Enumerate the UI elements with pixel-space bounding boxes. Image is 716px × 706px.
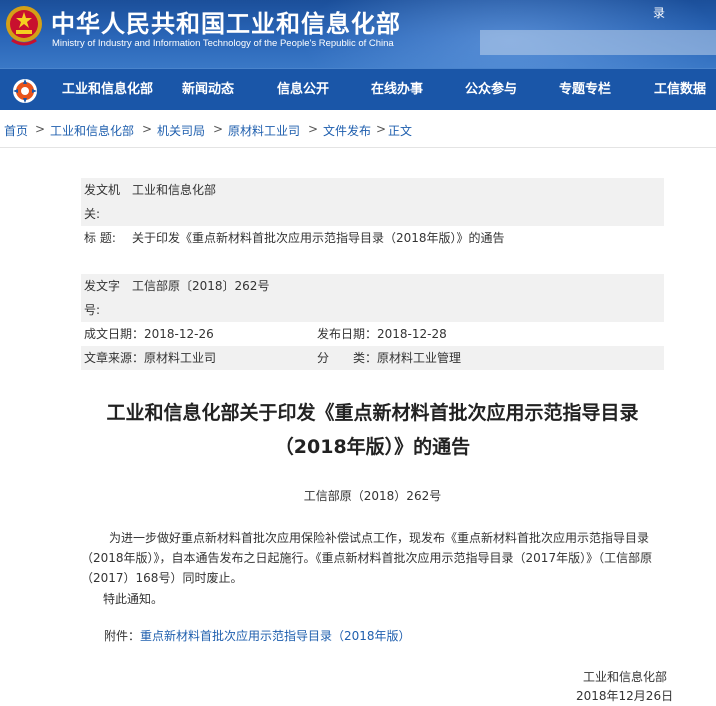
meta-row-dates: 成文日期： 2018-12-26 发布日期： 2018-12-28: [81, 322, 664, 346]
meta-created-label: 成文日期：: [84, 327, 145, 341]
meta-category-value: 原材料工业管理: [377, 351, 462, 365]
attachment-label: 附件：: [104, 629, 141, 643]
article-body: 为进一步做好重点新材料首批次应用保险补偿试点工作，现发布《重点新材料首批次应用示…: [81, 531, 653, 585]
breadcrumb-departments[interactable]: 机关司局: [157, 122, 205, 139]
breadcrumb-current: 正文: [388, 124, 413, 138]
nav-item-data[interactable]: 工信数据: [654, 69, 706, 111]
site-title[interactable]: 中华人民共和国工业和信息化部: [51, 4, 401, 39]
meta-issuer-label: 发文机关:: [84, 183, 121, 221]
breadcrumb-separator: >: [213, 122, 224, 136]
article-notice: 特此通知。: [103, 592, 164, 606]
breadcrumb-raw-materials[interactable]: 原材料工业司: [228, 122, 300, 139]
breadcrumb-miit[interactable]: 工业和信息化部: [50, 122, 134, 139]
meta-published-label: 发布日期：: [317, 327, 378, 341]
breadcrumb-home[interactable]: 首页: [4, 122, 28, 139]
meta-docno-value: 工信部原〔2018〕262号: [132, 279, 270, 293]
miit-logo-icon[interactable]: [12, 78, 38, 104]
article-title-line1: 工业和信息化部关于印发《重点新材料首批次应用示范指导目录: [106, 402, 639, 424]
meta-row-source: 文章来源： 原材料工业司 分 类： 原材料工业管理: [81, 346, 664, 370]
meta-row-docno: 发文字号: 工信部原〔2018〕262号: [81, 274, 664, 322]
breadcrumb-separator: >: [308, 122, 319, 136]
meta-issuer-value: 工业和信息化部: [132, 183, 217, 197]
signature-org: 工业和信息化部: [583, 670, 668, 684]
search-input[interactable]: [480, 30, 716, 55]
meta-source-label: 文章来源：: [84, 351, 145, 365]
meta-title-label: 标 题:: [84, 231, 116, 245]
attachment: 附件：重点新材料首批次应用示范指导目录（2018年版）: [104, 627, 411, 644]
article-doc-number: 工信部原（2018）262号: [303, 489, 442, 503]
nav-item-special-topics[interactable]: 专题专栏: [559, 69, 611, 111]
breadcrumb-documents[interactable]: 文件发布: [323, 122, 371, 139]
document-meta-table: 发文机关: 工业和信息化部 标 题: 关于印发《重点新材料首批次应用示范指导目录…: [81, 178, 664, 370]
site-header: 中华人民共和国工业和信息化部 Ministry of Industry and …: [0, 0, 716, 68]
site-subtitle: Ministry of Industry and Information Tec…: [52, 38, 394, 49]
nav-item-info-disclosure[interactable]: 信息公开: [277, 69, 329, 111]
nav-item-news[interactable]: 新闻动态: [182, 69, 234, 111]
nav-item-miit[interactable]: 工业和信息化部: [62, 69, 153, 111]
breadcrumb-separator: >: [142, 122, 153, 136]
breadcrumb-separator: >: [35, 122, 46, 136]
signature-date: 2018年12月26日: [576, 689, 674, 703]
article-title: 工业和信息化部关于印发《重点新材料首批次应用示范指导目录 （2018年版）》的通…: [81, 396, 664, 464]
nav-item-public-participation[interactable]: 公众参与: [465, 69, 517, 111]
meta-source-value: 原材料工业司: [144, 351, 217, 365]
meta-docno-label: 发文字号:: [84, 279, 121, 317]
breadcrumb: 首页 > 工业和信息化部 > 机关司局 > 原材料工业司 > 文件发布 > 正文: [0, 110, 716, 148]
attachment-link[interactable]: 重点新材料首批次应用示范指导目录（2018年版）: [140, 629, 411, 643]
meta-row-issuer: 发文机关: 工业和信息化部: [81, 178, 664, 226]
meta-published-value: 2018-12-28: [377, 327, 447, 341]
meta-title-value: 关于印发《重点新材料首批次应用示范指导目录（2018年版）》的通告: [132, 231, 505, 245]
national-emblem-icon: [6, 6, 42, 46]
meta-category-label: 分 类：: [317, 351, 378, 365]
login-link[interactable]: 录: [653, 4, 665, 21]
meta-created-value: 2018-12-26: [144, 327, 214, 341]
main-nav: 工业和信息化部 新闻动态 信息公开 在线办事 公众参与 专题专栏 工信数据: [0, 68, 716, 110]
nav-item-online-service[interactable]: 在线办事: [371, 69, 423, 111]
breadcrumb-separator: >: [376, 122, 387, 136]
article-title-line2: （2018年版）》的通告: [274, 436, 471, 458]
meta-row-title: 标 题: 关于印发《重点新材料首批次应用示范指导目录（2018年版）》的通告: [81, 226, 664, 274]
